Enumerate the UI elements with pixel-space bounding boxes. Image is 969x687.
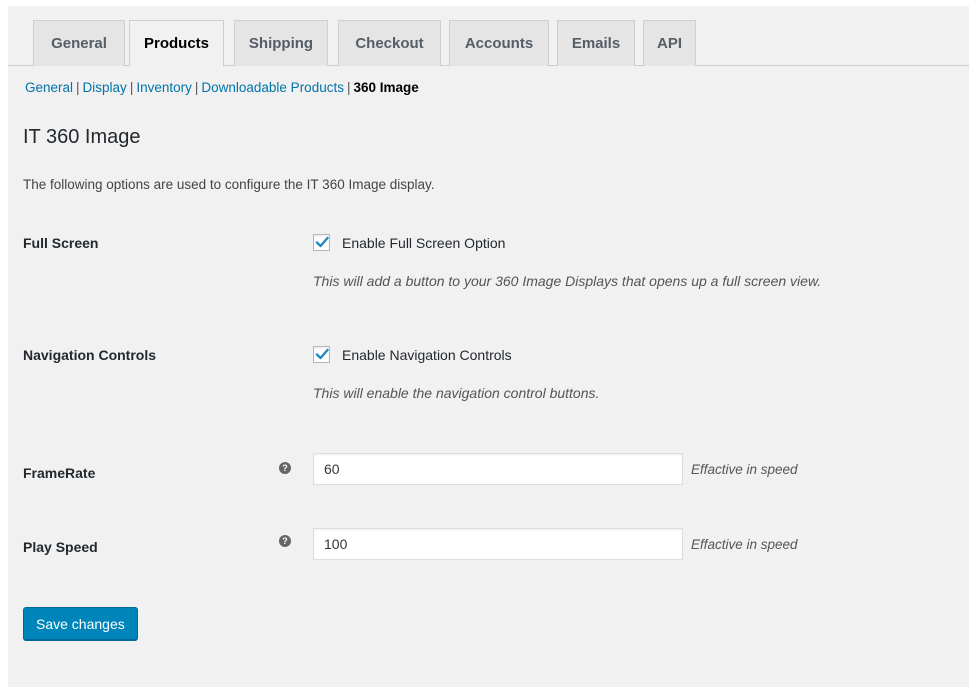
subnav-link-display[interactable]: Display bbox=[83, 80, 127, 95]
frame-rate-input[interactable] bbox=[313, 453, 683, 485]
subnav-current-360-image: 360 Image bbox=[353, 80, 419, 95]
subnav-link-general[interactable]: General bbox=[25, 80, 73, 95]
full-screen-option: Enable Full Screen Option bbox=[313, 234, 505, 251]
section-title: IT 360 Image bbox=[23, 126, 141, 148]
play-speed-input[interactable] bbox=[313, 528, 683, 560]
full-screen-description: This will add a button to your 360 Image… bbox=[313, 273, 822, 289]
subnav-separator: | bbox=[129, 80, 134, 95]
tab-accounts[interactable]: Accounts bbox=[449, 20, 549, 66]
navigation-controls-label: Navigation Controls bbox=[23, 347, 157, 363]
full-screen-checkbox-label[interactable]: Enable Full Screen Option bbox=[342, 235, 505, 251]
navigation-controls-checkbox[interactable] bbox=[313, 346, 330, 363]
section-description: The following options are used to config… bbox=[23, 177, 435, 192]
settings-panel: General Products Shipping Checkout Accou… bbox=[8, 6, 969, 687]
full-screen-checkbox[interactable] bbox=[313, 234, 330, 251]
checkmark-icon bbox=[315, 236, 329, 248]
full-screen-label: Full Screen bbox=[23, 235, 99, 251]
tab-products[interactable]: Products bbox=[129, 20, 224, 67]
subnav-separator: | bbox=[194, 80, 199, 95]
tab-api[interactable]: API bbox=[643, 20, 696, 66]
tab-emails[interactable]: Emails bbox=[557, 20, 635, 66]
section-subnav: General | Display | Inventory | Downloadable P… bbox=[25, 80, 419, 95]
checkmark-icon bbox=[315, 348, 329, 360]
help-icon[interactable]: ? bbox=[279, 535, 291, 547]
tab-general[interactable]: General bbox=[33, 20, 125, 66]
play-speed-note: Effactive in speed bbox=[691, 537, 798, 552]
frame-rate-note: Effactive in speed bbox=[691, 462, 798, 477]
navigation-controls-description: This will enable the navigation control … bbox=[313, 385, 600, 401]
help-icon[interactable]: ? bbox=[279, 462, 291, 474]
subnav-separator: | bbox=[76, 80, 80, 95]
subnav-link-inventory[interactable]: Inventory bbox=[136, 80, 192, 95]
navigation-controls-option: Enable Navigation Controls bbox=[313, 346, 512, 363]
tab-shipping[interactable]: Shipping bbox=[234, 20, 328, 66]
navigation-controls-checkbox-label[interactable]: Enable Navigation Controls bbox=[342, 347, 512, 363]
play-speed-label: Play Speed bbox=[23, 539, 98, 555]
subnav-link-downloadable-products[interactable]: Downloadable Products bbox=[201, 80, 344, 95]
frame-rate-label: FrameRate bbox=[23, 465, 96, 481]
save-changes-button[interactable]: Save changes bbox=[23, 607, 138, 640]
tab-checkout[interactable]: Checkout bbox=[338, 20, 441, 66]
subnav-separator: | bbox=[346, 80, 351, 95]
settings-tabs: General Products Shipping Checkout Accou… bbox=[8, 6, 969, 67]
